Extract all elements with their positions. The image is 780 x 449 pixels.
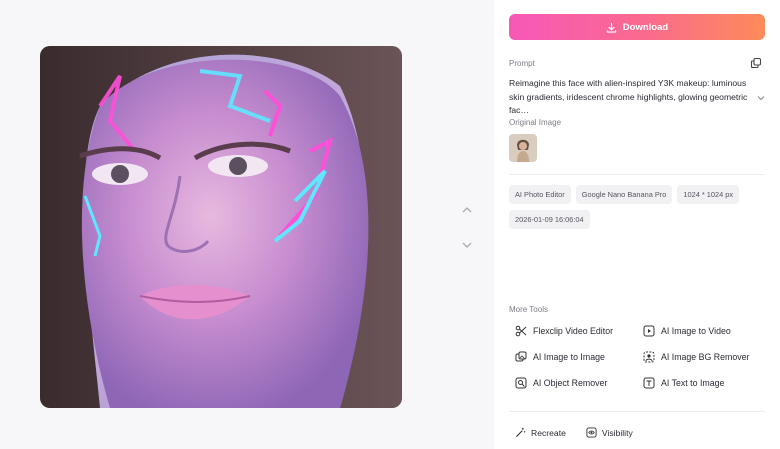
visibility-button[interactable]: Visibility: [586, 427, 633, 438]
text-to-image-icon: [643, 377, 655, 389]
magic-wand-icon: [515, 427, 526, 438]
tool-ai-text-to-image[interactable]: AI Text to Image: [643, 377, 724, 389]
generated-image[interactable]: [40, 46, 402, 408]
tool-ai-image-bg-remover[interactable]: AI Image BG Remover: [643, 351, 750, 363]
image-to-video-icon: [643, 325, 655, 337]
chevron-up-icon: [462, 207, 472, 213]
tag-timestamp: 2026-01-09 16:06:04: [509, 210, 590, 229]
prompt-label: Prompt: [509, 59, 535, 68]
tool-label: AI Image to Image: [533, 352, 605, 362]
next-image-button[interactable]: [456, 234, 478, 256]
tool-label: AI Image to Video: [661, 326, 731, 336]
tag-tool: AI Photo Editor: [509, 185, 571, 204]
chevron-down-icon: [462, 242, 472, 248]
preview-pane: [0, 0, 494, 449]
tag-model: Google Nano Banana Pro: [575, 185, 673, 204]
download-icon: [606, 22, 617, 33]
details-panel: Download Prompt Reimagine this face with…: [494, 0, 780, 449]
tool-ai-image-to-image[interactable]: AI Image to Image: [515, 351, 605, 363]
tool-label: Flexclip Video Editor: [533, 326, 614, 336]
tag-resolution: 1024 * 1024 px: [677, 185, 740, 204]
tool-ai-image-to-video[interactable]: AI Image to Video: [643, 325, 731, 337]
scissors-icon: [515, 325, 527, 337]
copy-icon[interactable]: [750, 57, 762, 69]
object-remover-icon: [515, 377, 527, 389]
tool-flexclip-video-editor[interactable]: Flexclip Video Editor: [515, 325, 613, 337]
recreate-button[interactable]: Recreate: [515, 427, 566, 438]
visibility-icon: [586, 427, 597, 438]
original-image-thumbnail[interactable]: [509, 134, 537, 162]
prompt-text: Reimagine this face with alien-inspired …: [509, 78, 748, 115]
download-label: Download: [622, 21, 669, 33]
image-meta-tags: AI Photo Editor Google Nano Banana Pro 1…: [509, 185, 765, 229]
tool-ai-object-remover[interactable]: AI Object Remover: [515, 377, 607, 389]
expand-prompt-chevron-icon[interactable]: [756, 93, 766, 103]
tool-label: AI Image BG Remover: [661, 352, 750, 362]
download-button[interactable]: Download: [509, 14, 765, 40]
original-photo-thumbnail-image: [509, 134, 537, 162]
previous-image-button[interactable]: [456, 199, 478, 221]
original-image-label: Original Image: [509, 118, 562, 127]
bottom-actions: Recreate Visibility: [515, 427, 633, 438]
tool-label: AI Object Remover: [533, 378, 608, 388]
bg-remover-icon: [643, 351, 655, 363]
divider: [509, 411, 765, 412]
image-to-image-icon: [515, 351, 527, 362]
divider: [509, 174, 765, 175]
generated-portrait-image: [40, 46, 402, 408]
visibility-label: Visibility: [601, 427, 633, 438]
tool-label: AI Text to Image: [661, 378, 725, 388]
recreate-label: Recreate: [531, 427, 566, 438]
more-tools-label: More Tools: [509, 305, 548, 314]
